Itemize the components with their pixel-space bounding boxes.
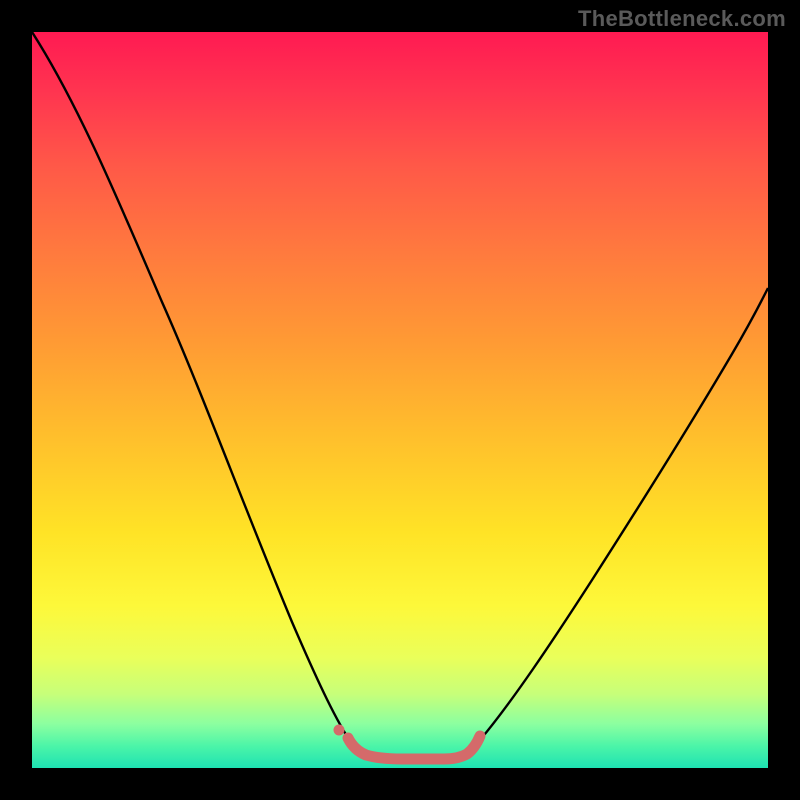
plot-area [32, 32, 768, 768]
bottleneck-curve [32, 32, 768, 758]
chart-svg [32, 32, 768, 768]
optimum-marker [348, 736, 480, 759]
optimum-dot-icon [334, 725, 345, 736]
watermark-text: TheBottleneck.com [578, 6, 786, 32]
chart-frame: TheBottleneck.com [0, 0, 800, 800]
